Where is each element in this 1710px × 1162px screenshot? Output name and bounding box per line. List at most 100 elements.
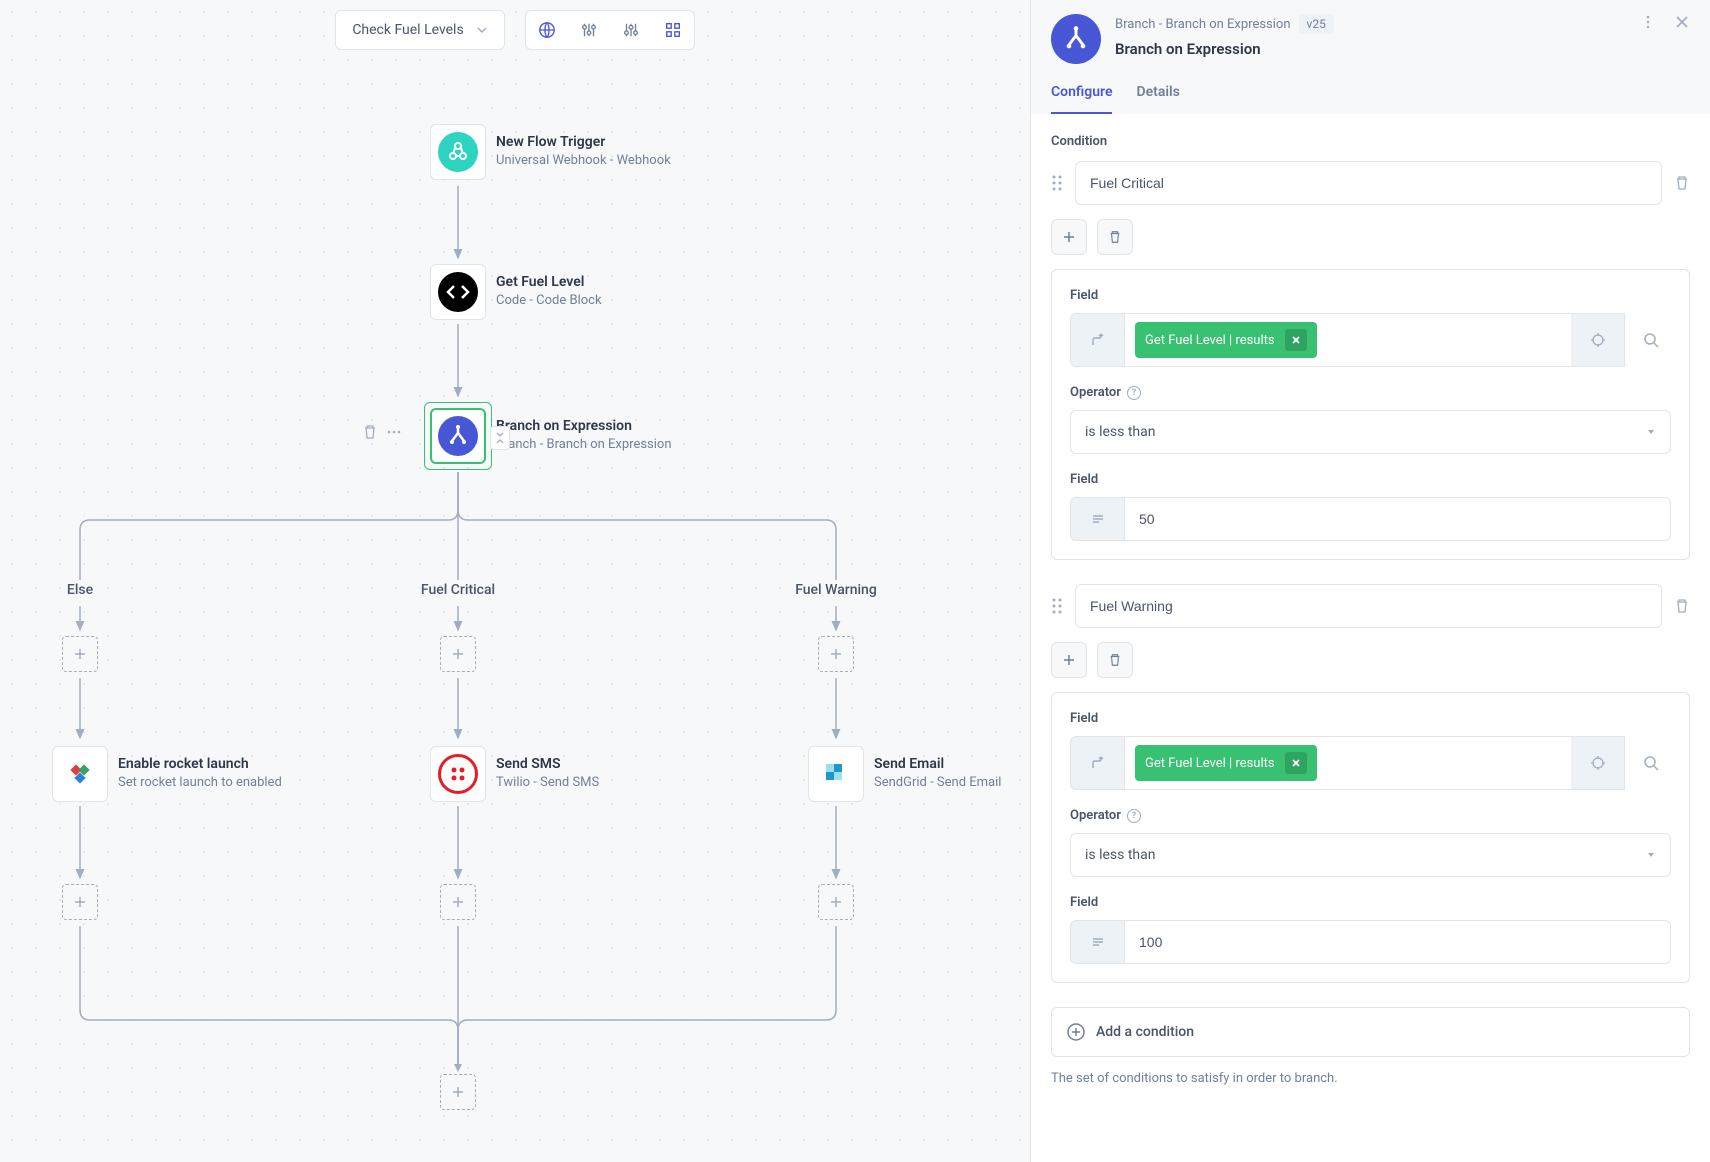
field-value-input[interactable]: Get Fuel Level | results [1124,313,1571,367]
tab-configure[interactable]: Configure [1051,84,1112,114]
flow-node-branch[interactable]: Branch on Expression Branch - Branch on … [430,408,672,464]
drag-handle[interactable] [1051,597,1063,615]
trash-icon [1674,175,1690,191]
node-title: New Flow Trigger [496,134,671,150]
flow-node-trigger[interactable]: New Flow Trigger Universal Webhook - Web… [430,124,671,180]
panel-title: Branch on Expression [1115,40,1626,58]
delete-node-button[interactable] [362,424,378,440]
node-title: Send SMS [496,756,599,772]
add-node-button[interactable] [440,1074,476,1110]
value-input[interactable] [1124,497,1671,541]
collapse-handle[interactable] [490,426,510,450]
field-type-button[interactable] [1070,920,1124,964]
field-label: Field [1070,288,1671,303]
flow-name: Check Fuel Levels [352,22,463,38]
flow-node-code[interactable]: Get Fuel Level Code - Code Block [430,264,602,320]
flow-node-sms[interactable]: Send SMS Twilio - Send SMS [430,746,599,802]
operator-value: is less than [1085,847,1156,863]
panel-more-button[interactable] [1640,14,1656,34]
plus-icon [451,647,465,661]
add-node-button[interactable] [818,636,854,672]
help-text: The set of conditions to satisfy in orde… [1051,1071,1690,1086]
collapse-icon [495,431,505,445]
add-node-button[interactable] [440,636,476,672]
webhook-icon [446,140,470,164]
node-subtitle: Branch - Branch on Expression [496,437,672,452]
close-icon [1291,335,1301,345]
add-clause-button[interactable] [1051,642,1087,678]
field-label: Field [1070,895,1671,910]
plus-circle-icon [1066,1022,1086,1042]
trash-icon [1674,598,1690,614]
sliders-h-button[interactable] [610,11,652,49]
help-icon[interactable]: ? [1127,809,1141,823]
branch-path-icon [1089,331,1107,349]
sliders-v-button[interactable] [568,11,610,49]
add-clause-button[interactable] [1051,219,1087,255]
delete-clause-button[interactable] [1097,642,1133,678]
flow-selector-dropdown[interactable]: Check Fuel Levels [335,10,504,50]
field-search-button[interactable] [1631,313,1671,367]
branch-path-icon [1089,754,1107,772]
grid-button[interactable] [652,11,694,49]
dots-icon [386,424,402,440]
flow-node-rocket[interactable]: Enable rocket launch Set rocket launch t… [52,746,282,802]
add-condition-button[interactable]: Add a condition [1051,1007,1690,1057]
chevron-down-icon [476,24,488,36]
operator-select[interactable]: is less than [1070,410,1671,454]
delete-condition-button[interactable] [1674,598,1690,614]
flow-node-email[interactable]: Send Email SendGrid - Send Email [808,746,1001,802]
plus-icon [1062,653,1076,667]
value-input[interactable] [1124,920,1671,964]
node-title: Branch on Expression [496,418,672,434]
crosshair-icon [1590,755,1606,771]
pill-label: Get Fuel Level | results [1145,756,1275,771]
sliders-alt-icon [622,21,640,39]
field-value-input[interactable]: Get Fuel Level | results [1124,736,1571,790]
trash-icon [1108,653,1122,667]
branch-label-else: Else [50,582,110,598]
field-target-button[interactable] [1571,313,1625,367]
delete-clause-button[interactable] [1097,219,1133,255]
text-icon [1090,934,1106,950]
add-node-button[interactable] [818,884,854,920]
field-label: Field [1070,711,1671,726]
field-label: Field [1070,472,1671,487]
globe-icon [538,21,556,39]
caret-down-icon [1646,850,1656,860]
crosshair-icon [1590,332,1606,348]
condition-name-input[interactable] [1075,161,1662,205]
branch-icon [446,424,470,448]
globe-button[interactable] [526,11,568,49]
add-node-button[interactable] [62,884,98,920]
grip-icon [1051,597,1063,615]
plus-icon [1062,230,1076,244]
field-search-button[interactable] [1631,736,1671,790]
field-type-button[interactable] [1070,497,1124,541]
help-icon[interactable]: ? [1127,386,1141,400]
pill-label: Get Fuel Level | results [1145,333,1275,348]
tab-details[interactable]: Details [1136,84,1179,114]
field-target-button[interactable] [1571,736,1625,790]
operator-select[interactable]: is less than [1070,833,1671,877]
plus-icon [451,895,465,909]
pill-remove-button[interactable] [1285,329,1307,351]
twilio-icon [449,765,467,783]
panel-close-button[interactable] [1674,14,1690,34]
node-title: Get Fuel Level [496,274,602,290]
drag-handle[interactable] [1051,174,1063,192]
add-node-button[interactable] [62,636,98,672]
node-subtitle: SendGrid - Send Email [874,775,1001,790]
pill-remove-button[interactable] [1285,752,1307,774]
config-panel: Branch - Branch on Expression v25 Branch… [1030,0,1710,1162]
node-subtitle: Set rocket launch to enabled [118,775,282,790]
field-reference-pill[interactable]: Get Fuel Level | results [1135,322,1317,358]
field-reference-pill[interactable]: Get Fuel Level | results [1135,745,1317,781]
delete-condition-button[interactable] [1674,175,1690,191]
add-node-button[interactable] [440,884,476,920]
node-more-button[interactable] [386,424,402,440]
field-type-button[interactable] [1070,736,1124,790]
field-type-button[interactable] [1070,313,1124,367]
flow-canvas[interactable]: Check Fuel Levels [0,0,1030,1162]
condition-name-input[interactable] [1075,584,1662,628]
